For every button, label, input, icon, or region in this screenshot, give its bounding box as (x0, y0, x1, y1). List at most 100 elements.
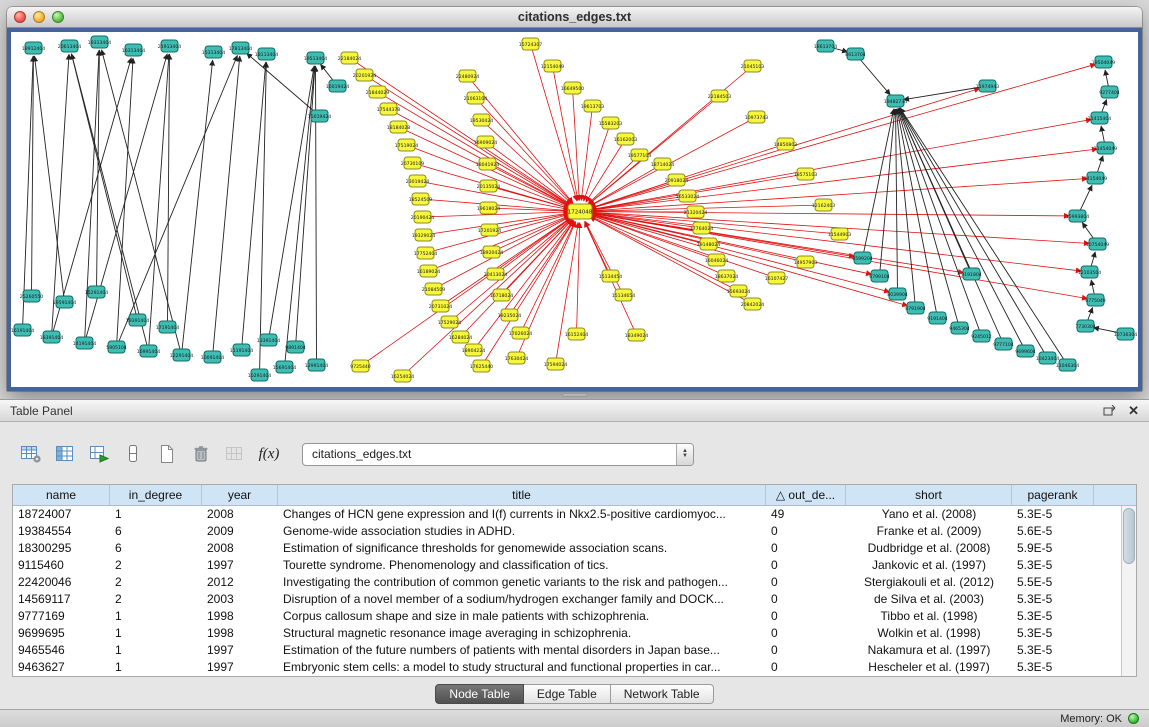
delete-table-button[interactable] (186, 440, 216, 468)
graph-node[interactable]: 18613704 (814, 40, 837, 52)
graph-node[interactable]: 9245012 (971, 330, 992, 342)
table-row[interactable]: 1830029562008Estimation of significance … (13, 540, 1121, 557)
graph-node[interactable]: 19313404 (88, 36, 111, 48)
graph-node[interactable]: 9465304 (949, 322, 970, 334)
graph-node[interactable]: 18524509 (409, 193, 432, 205)
graph-node[interactable]: 10291404 (248, 369, 271, 381)
graph-node[interactable]: 8039904 (887, 288, 908, 300)
graph-node[interactable]: 15724307 (519, 38, 542, 50)
graph-node[interactable]: 21045103 (741, 60, 764, 72)
column-header-name[interactable]: name (13, 485, 110, 505)
graph-node[interactable]: 15691404 (273, 361, 296, 373)
table-row[interactable]: 946554611997Estimation of the future num… (13, 642, 1121, 659)
table-row[interactable]: 1456911722003Disruption of a novel membe… (13, 591, 1121, 608)
graph-node[interactable]: 18184028 (387, 121, 410, 133)
graph-node[interactable]: 15693024 (727, 285, 750, 297)
table-columns-button[interactable] (50, 440, 80, 468)
graph-node[interactable]: 18912404 (22, 42, 45, 54)
graph-node[interactable]: 20201924 (353, 69, 376, 81)
network-window-titlebar[interactable]: citations_edges.txt (7, 7, 1142, 28)
graph-node[interactable]: 10973743 (745, 111, 768, 123)
graph-node[interactable]: 22184503 (708, 90, 731, 102)
network-canvas[interactable]: 1724048221840242020192421844029175443781… (11, 32, 1138, 387)
graph-node[interactable]: 11974943 (976, 80, 999, 92)
graph-node[interactable]: 15993804 (1066, 210, 1089, 222)
graph-node[interactable]: 9699604 (1015, 345, 1036, 357)
column-header-year[interactable]: year (202, 485, 278, 505)
function-builder-button[interactable]: f(x) (254, 440, 284, 468)
graph-node[interactable]: 15313404 (202, 46, 225, 58)
graph-node[interactable]: 11544903 (828, 228, 851, 240)
graph-node[interactable]: 6775049 (1085, 294, 1106, 306)
graph-node[interactable]: 9777104 (993, 338, 1014, 350)
panel-splitter[interactable] (0, 391, 1149, 399)
graph-node[interactable]: 18714024 (651, 158, 674, 170)
graph-node[interactable]: 16284024 (449, 331, 472, 343)
graph-node[interactable]: 16107427 (765, 272, 788, 284)
graph-node[interactable]: 16718024 (490, 289, 513, 301)
graph-node[interactable]: 15583203 (599, 117, 622, 129)
graph-node[interactable]: 19613703 (581, 100, 604, 112)
graph-node[interactable]: 16019424 (326, 80, 349, 92)
graph-node[interactable]: 21320424 (684, 206, 707, 218)
graph-node[interactable]: 21913404 (158, 40, 181, 52)
table-row[interactable]: 969969511998Structural magnetic resonanc… (13, 625, 1121, 642)
graph-node[interactable]: 7730304 (1075, 320, 1096, 332)
graph-node[interactable]: 9191804 (961, 268, 982, 280)
graph-node[interactable]: 19577103 (628, 149, 651, 161)
column-header-short[interactable]: short (846, 485, 1012, 505)
graph-node[interactable]: 25260550 (20, 290, 43, 302)
graph-node[interactable]: 19618024 (477, 202, 500, 214)
graph-node[interactable]: 18391404 (40, 331, 63, 343)
graph-node[interactable]: 15134654 (612, 289, 635, 301)
graph-node[interactable]: 10423404 (1036, 352, 1059, 364)
table-edit-button[interactable] (84, 440, 114, 468)
table-row[interactable]: 2242004622012Investigating the contribut… (13, 574, 1121, 591)
graph-node[interactable]: 16191404 (11, 324, 34, 336)
graph-node[interactable]: 20613404 (58, 40, 81, 52)
graph-node[interactable]: 19591404 (53, 296, 76, 308)
graph-node[interactable]: 20190424 (411, 211, 434, 223)
graph-node[interactable]: 9277404 (1099, 86, 1120, 98)
graph-node[interactable]: 8613704 (845, 48, 866, 60)
graph-node[interactable]: 9891404 (285, 341, 306, 353)
table-rows-button[interactable] (118, 440, 148, 468)
graph-node[interactable]: 10736304 (1114, 328, 1137, 340)
table-row[interactable]: 946362711997Embryonic stem cells: a mode… (13, 659, 1121, 676)
graph-node[interactable]: 17594024 (544, 358, 567, 370)
tab-node-table[interactable]: Node Table (435, 684, 524, 704)
graph-node[interactable]: 17201924 (478, 224, 501, 236)
graph-node[interactable]: 5905104 (106, 341, 127, 353)
table-row[interactable]: 1938455462009Genome-wide association stu… (13, 523, 1121, 540)
graph-node[interactable]: 17752404 (414, 247, 437, 259)
graph-node[interactable]: 17813404 (229, 42, 252, 54)
graph-node[interactable]: 17625440 (470, 360, 493, 372)
graph-node[interactable]: 19504049 (1092, 56, 1115, 68)
graph-node[interactable]: 20413024 (484, 268, 507, 280)
graph-node[interactable]: 12291404 (170, 349, 193, 361)
graph-node[interactable]: 19329024 (412, 229, 435, 241)
graph-node[interactable]: 18637024 (715, 270, 738, 282)
graph-node[interactable]: 22184024 (338, 52, 361, 64)
graph-node[interactable]: 23019424 (406, 175, 429, 187)
graph-node[interactable]: 18113404 (255, 48, 278, 60)
graph-node[interactable]: 15019424 (308, 110, 331, 122)
graph-node[interactable]: 14191404 (73, 337, 96, 349)
graph-node[interactable]: 12162403 (812, 199, 835, 211)
graph-node[interactable]: 21063104 (464, 92, 487, 104)
graph-node[interactable]: 16991404 (137, 345, 160, 357)
graph-node[interactable]: 17544378 (377, 103, 400, 115)
tab-network-table[interactable]: Network Table (611, 684, 714, 704)
table-row[interactable]: 977716911998Corpus callosum shape and si… (13, 608, 1121, 625)
graph-node[interactable]: 16254024 (391, 370, 414, 382)
graph-node[interactable]: 18349024 (625, 329, 648, 341)
graph-node[interactable]: 16909024 (474, 136, 497, 148)
graph-node[interactable]: 20918024 (665, 174, 688, 186)
graph-node[interactable]: 14154049 (1084, 172, 1107, 184)
graph-node[interactable]: 11191404 (230, 344, 253, 356)
undock-panel-icon[interactable] (1103, 405, 1116, 417)
graph-node[interactable]: 17764024 (690, 222, 713, 234)
graph-node[interactable]: 18920424 (480, 246, 503, 258)
table-row[interactable]: 1872400712008Changes of HCN gene express… (13, 506, 1121, 523)
column-header-title[interactable]: title (278, 485, 766, 505)
